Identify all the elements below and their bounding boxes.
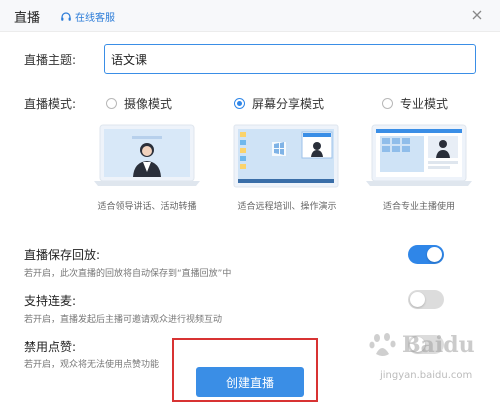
dialog-header: 直播 在线客服 xyxy=(0,0,500,32)
close-icon[interactable] xyxy=(470,8,484,22)
mode-camera-radio[interactable]: 摄像模式 xyxy=(106,95,172,112)
headset-icon xyxy=(61,11,71,21)
radio-dot xyxy=(234,98,245,109)
topic-label: 直播主题: xyxy=(24,53,77,67)
save-replay-desc: 若开启，此次直播的回放将自动保存到“直播回放”中 xyxy=(24,269,232,279)
online-service-label: 在线客服 xyxy=(75,13,115,24)
watermark-url: jingyan.baidu.com xyxy=(380,370,473,381)
screen-share-caption: 适合远程培训、操作演示 xyxy=(237,202,337,212)
co-mic-desc: 若开启，直播发起后主播可邀请观众进行视频互动 xyxy=(24,315,223,325)
paw-icon xyxy=(369,333,396,356)
camera-mode-illustration xyxy=(94,124,200,186)
mode-label: 直播模式: xyxy=(24,97,77,111)
save-replay-title: 直播保存回放: xyxy=(24,248,101,262)
mode-pro-label: 专业模式 xyxy=(400,97,449,111)
mode-screen-share-label: 屏幕分享模式 xyxy=(252,97,325,111)
disable-likes-title: 禁用点赞: xyxy=(24,340,77,354)
mode-pro-radio[interactable]: 专业模式 xyxy=(382,95,448,112)
dialog-title: 直播 xyxy=(14,11,41,26)
co-mic-toggle[interactable] xyxy=(408,290,444,309)
online-service-link[interactable]: 在线客服 xyxy=(60,9,115,24)
camera-mode-caption: 适合领导讲话、活动转播 xyxy=(97,202,197,212)
mode-camera-label: 摄像模式 xyxy=(124,97,173,111)
toggle-knob xyxy=(427,247,442,262)
radio-dot xyxy=(106,98,117,109)
baidu-watermark: Baidu jingyan.baidu.com xyxy=(358,326,498,396)
disable-likes-desc: 若开启，观众将无法使用点赞功能 xyxy=(24,360,160,370)
radio-dot xyxy=(382,98,393,109)
watermark-brand: Baidu xyxy=(402,332,475,358)
create-live-dialog: 直播 在线客服 直播主题: 直播模式: 摄像模式 屏幕分享模式 专业模式 xyxy=(0,0,500,403)
mode-screen-share-radio[interactable]: 屏幕分享模式 xyxy=(234,95,324,112)
pro-mode-caption: 适合专业主播使用 xyxy=(382,202,455,212)
highlight-box xyxy=(172,338,318,402)
pro-mode-illustration xyxy=(366,124,472,186)
save-replay-toggle[interactable] xyxy=(408,245,444,264)
toggle-knob xyxy=(410,292,425,307)
topic-input[interactable] xyxy=(104,44,476,74)
co-mic-title: 支持连麦: xyxy=(24,294,77,308)
screen-share-illustration xyxy=(233,124,339,188)
